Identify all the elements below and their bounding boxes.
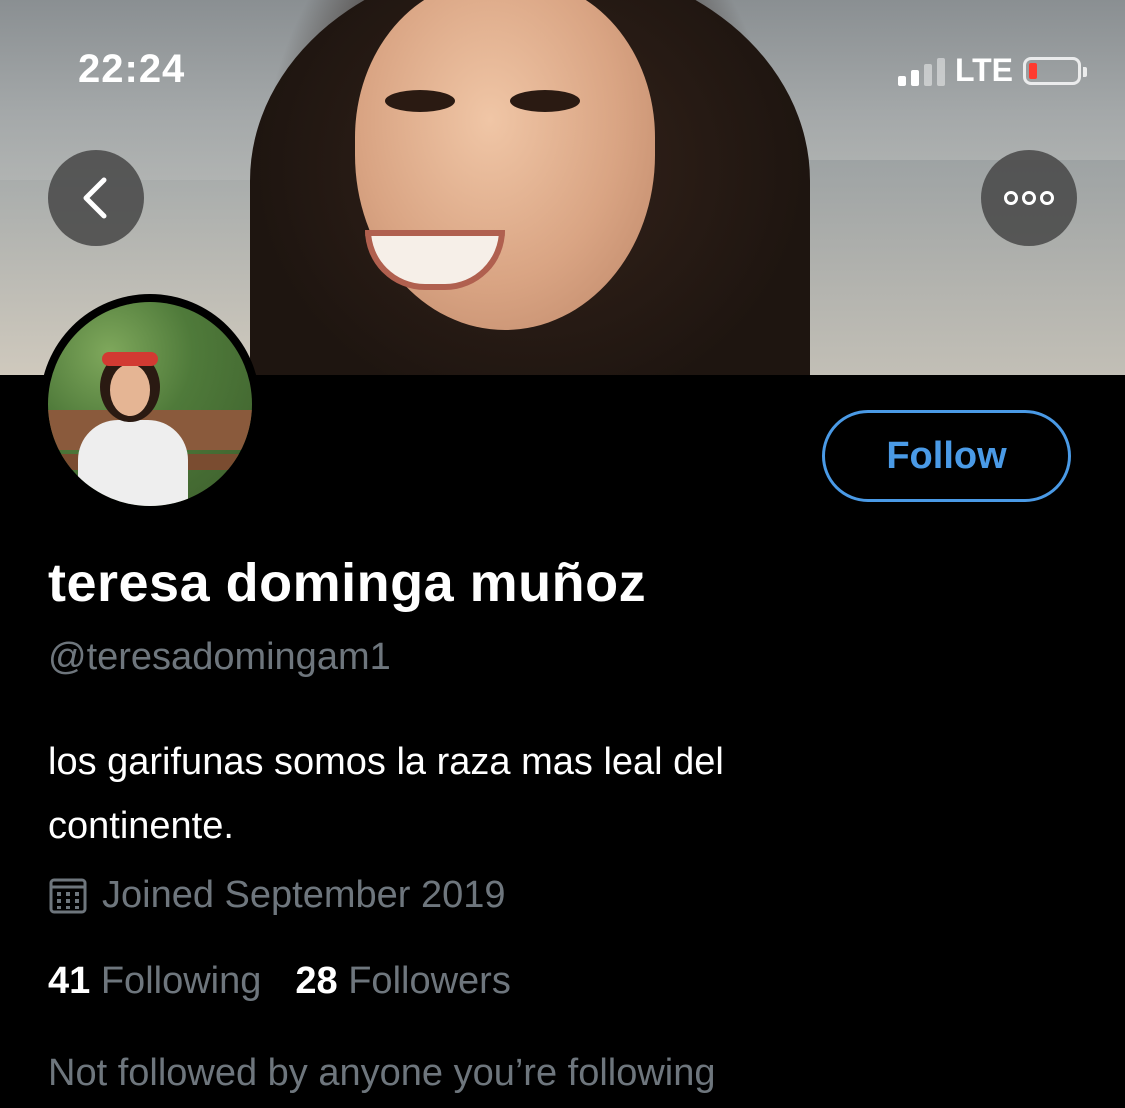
followers-label: Followers <box>348 960 511 1002</box>
following-link[interactable]: 41 Following <box>48 960 261 1003</box>
mutual-followers-note: Not followed by anyone you’re following <box>48 1052 716 1094</box>
avatar[interactable] <box>40 294 260 514</box>
follow-counts: 41 Following 28 Followers <box>48 960 511 1003</box>
followers-count: 28 <box>295 960 338 1002</box>
more-horizontal-icon <box>1004 191 1054 205</box>
battery-icon <box>1023 56 1087 85</box>
user-handle: @teresadomingam1 <box>48 636 391 678</box>
calendar-icon <box>49 878 87 913</box>
banner-eye-right <box>510 90 580 112</box>
following-count: 41 <box>48 960 91 1002</box>
follow-button[interactable]: Follow <box>822 410 1071 502</box>
joined-text: Joined September 2019 <box>102 874 506 916</box>
bio-line-2: continente. <box>48 805 234 847</box>
status-time: 22:24 <box>78 47 186 91</box>
status-indicators: LTE <box>897 52 1087 89</box>
more-options-button[interactable] <box>981 150 1077 246</box>
back-button[interactable] <box>48 150 144 246</box>
chevron-left-icon <box>83 177 107 219</box>
following-label: Following <box>100 960 262 1002</box>
signal-icon <box>897 56 945 86</box>
bio: los garifunas somos la raza mas leal del… <box>48 730 1048 858</box>
bio-line-1: los garifunas somos la raza mas leal del <box>48 741 724 783</box>
network-label: LTE <box>954 52 1013 88</box>
avatar-image <box>48 302 252 506</box>
followers-link[interactable]: 28 Followers <box>295 960 510 1003</box>
banner-eye-left <box>385 90 455 112</box>
display-name: teresa dominga muñoz <box>48 553 647 613</box>
joined-date: Joined September 2019 <box>48 874 506 917</box>
